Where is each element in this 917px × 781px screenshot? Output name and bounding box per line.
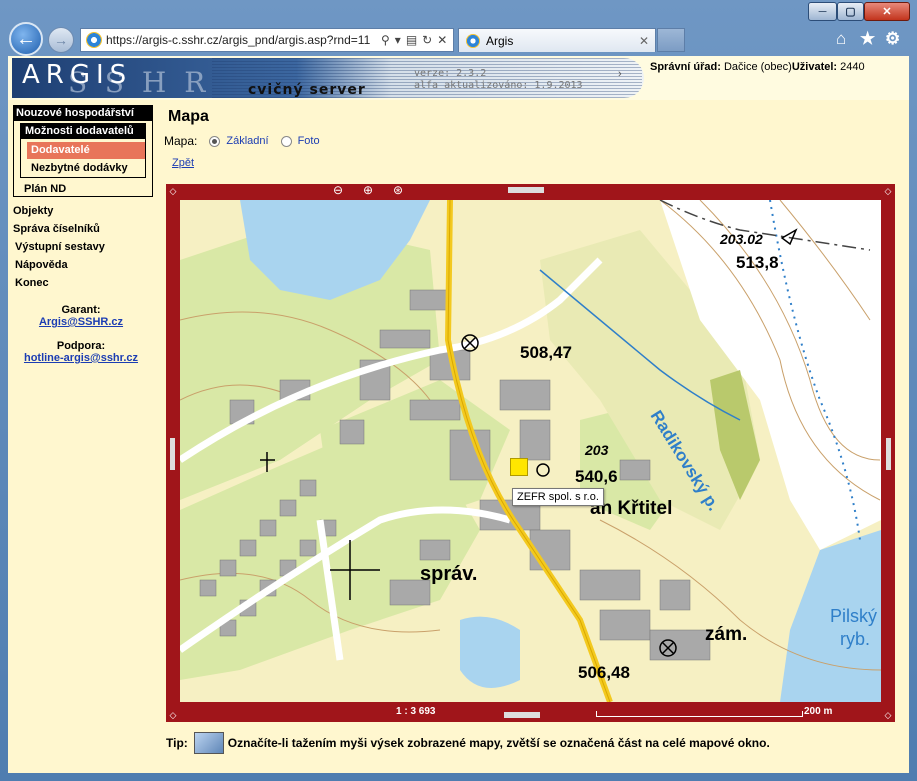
browser-window: ─ ▢ ✕ ← → https://argis-c.sshr.cz/argis_… (0, 0, 917, 781)
map-label-elev2: 513,8 (736, 253, 779, 272)
map-label-pond2: ryb. (840, 629, 870, 649)
favorites-star-icon[interactable]: ★ (860, 29, 875, 49)
tip-label: Tip: (166, 736, 188, 750)
map-label-admin: správ. (420, 563, 477, 585)
pan-north-handle[interactable] (508, 187, 544, 193)
argis-logo: SSHR ARGIS cvičný server verze: 2.3.2 al… (12, 58, 644, 98)
tab-close-icon[interactable]: ✕ (639, 34, 649, 48)
web-page: SSHR ARGIS cvičný server verze: 2.3.2 al… (8, 56, 909, 773)
map-label-elev3: 508,47 (520, 343, 572, 362)
maximize-button[interactable]: ▢ (837, 2, 864, 21)
zoom-out-icon[interactable]: ⊖ (330, 183, 346, 198)
page-title: Mapa (168, 108, 209, 125)
sidebar-item-reports[interactable]: Výstupní sestavy (15, 241, 105, 253)
map-label-elev4: 203 (584, 442, 609, 458)
zoom-extent-icon[interactable]: ⊛ (390, 183, 406, 198)
home-icon[interactable]: ⌂ (836, 29, 846, 49)
support-label: Podpora: (56, 340, 106, 352)
map-label-pond: Pilský (830, 606, 877, 626)
sidebar-item-suppliers[interactable]: Dodavatelé (27, 142, 145, 159)
sidebar: Nouzové hospodářství Možnosti dodavatelů… (8, 100, 154, 773)
radio-photo-label[interactable]: Foto (298, 135, 320, 147)
pan-west-handle[interactable] (170, 438, 175, 470)
logo-argis: ARGIS (22, 60, 133, 90)
sidebar-item-emergency[interactable]: Nouzové hospodářství (14, 106, 152, 121)
map-label-castle: zám. (705, 624, 747, 645)
minimize-button[interactable]: ─ (808, 2, 837, 21)
sidebar-item-essential-supplies[interactable]: Nezbytné dodávky (31, 162, 128, 174)
resize-handle-tr-icon[interactable]: ◇ (883, 186, 893, 196)
sidebar-item-supplier-options[interactable]: Možnosti dodavatelů (21, 124, 145, 139)
scale-bar-label: 200 m (804, 706, 833, 717)
stop-icon[interactable]: ✕ (437, 33, 447, 47)
page-header: SSHR ARGIS cvičný server verze: 2.3.2 al… (8, 56, 909, 100)
tab-ie-icon (466, 33, 480, 48)
menu-group: Nouzové hospodářství Možnosti dodavatelů… (13, 105, 153, 197)
browser-tab[interactable]: Argis ✕ (458, 28, 656, 52)
address-bar[interactable]: https://argis-c.sshr.cz/argis_pnd/argis.… (80, 28, 454, 52)
radio-basic[interactable] (209, 135, 221, 147)
sidebar-item-codelists[interactable]: Správa číselníků (13, 223, 100, 235)
main-content: Mapa Mapa: Základní Foto Zpět ◇ ◇ ◇ ◇ ⊖ … (154, 100, 909, 773)
map-scale: 1 : 3 693 (396, 706, 436, 717)
tools-gear-icon[interactable]: ⚙ (885, 29, 900, 49)
new-tab-button[interactable] (657, 28, 685, 52)
pan-south-handle[interactable] (504, 712, 540, 718)
map-label: Mapa: (164, 134, 198, 148)
guarantor-label: Garant: (61, 304, 101, 316)
map-label-elev1: 203.02 (719, 231, 763, 247)
resize-handle-bl-icon[interactable]: ◇ (168, 710, 178, 720)
tip-row: Tip: Označíte-li tažením myši výsek zobr… (166, 732, 770, 754)
supplier-marker[interactable] (510, 458, 528, 476)
sidebar-item-help[interactable]: Nápověda (15, 259, 68, 271)
ie-logo-icon (86, 32, 102, 48)
support-email-link[interactable]: hotline-argis@sshr.cz (24, 352, 138, 364)
sidebar-item-logout[interactable]: Konec (15, 277, 49, 289)
map-frame: ◇ ◇ ◇ ◇ ⊖ ⊕ ⊛ 203.02 513,8 508,47 203 54… (166, 183, 895, 722)
search-icon[interactable]: ⚲ (381, 33, 390, 47)
resize-handle-br-icon[interactable]: ◇ (883, 710, 893, 720)
back-arrow-icon[interactable]: ← (9, 22, 43, 56)
dropdown-icon[interactable]: ▾ (395, 33, 401, 47)
compat-icon[interactable]: ▤ (406, 33, 417, 47)
resize-handle-tl-icon[interactable]: ◇ (168, 186, 178, 196)
logo-subtitle: cvičný server (248, 82, 366, 98)
radio-basic-label[interactable]: Základní (226, 135, 268, 147)
sidebar-item-objects[interactable]: Objekty (13, 205, 53, 217)
map-tooltip: ZEFR spol. s r.o. (512, 488, 604, 506)
scale-bar (596, 711, 803, 717)
zoom-in-icon[interactable]: ⊕ (360, 183, 376, 198)
sidebar-item-plan[interactable]: Plán ND (24, 183, 66, 195)
map-label-elev6: 506,48 (578, 663, 630, 682)
close-button[interactable]: ✕ (864, 2, 910, 21)
zoom-selection-icon (193, 732, 224, 754)
map-type-selector: Mapa: Základní Foto (164, 134, 320, 148)
chevron-right-icon: › (618, 68, 622, 80)
version-info: verze: 2.3.2 alfa aktualizováno: 1.9.201… (414, 68, 583, 91)
address-url[interactable]: https://argis-c.sshr.cz/argis_pnd/argis.… (106, 33, 376, 47)
user-info: Správní úřad: Dačice (obec)Uživatel: 244… (650, 61, 865, 73)
guarantor-email-link[interactable]: Argis@SSHR.cz (39, 316, 123, 328)
back-link[interactable]: Zpět (172, 157, 194, 169)
pan-east-handle[interactable] (886, 438, 891, 470)
map-label-elev5: 540,6 (575, 467, 618, 486)
tab-title: Argis (486, 33, 514, 48)
forward-arrow-icon[interactable]: → (48, 27, 74, 53)
map-drawing: 203.02 513,8 508,47 203 540,6 an Křtitel… (180, 200, 881, 702)
radio-photo[interactable] (280, 135, 292, 147)
tip-text: Označíte-li tažením myši výsek zobrazené… (227, 736, 770, 750)
refresh-icon[interactable]: ↻ (422, 33, 432, 47)
map-canvas[interactable]: 203.02 513,8 508,47 203 540,6 an Křtitel… (180, 200, 881, 702)
